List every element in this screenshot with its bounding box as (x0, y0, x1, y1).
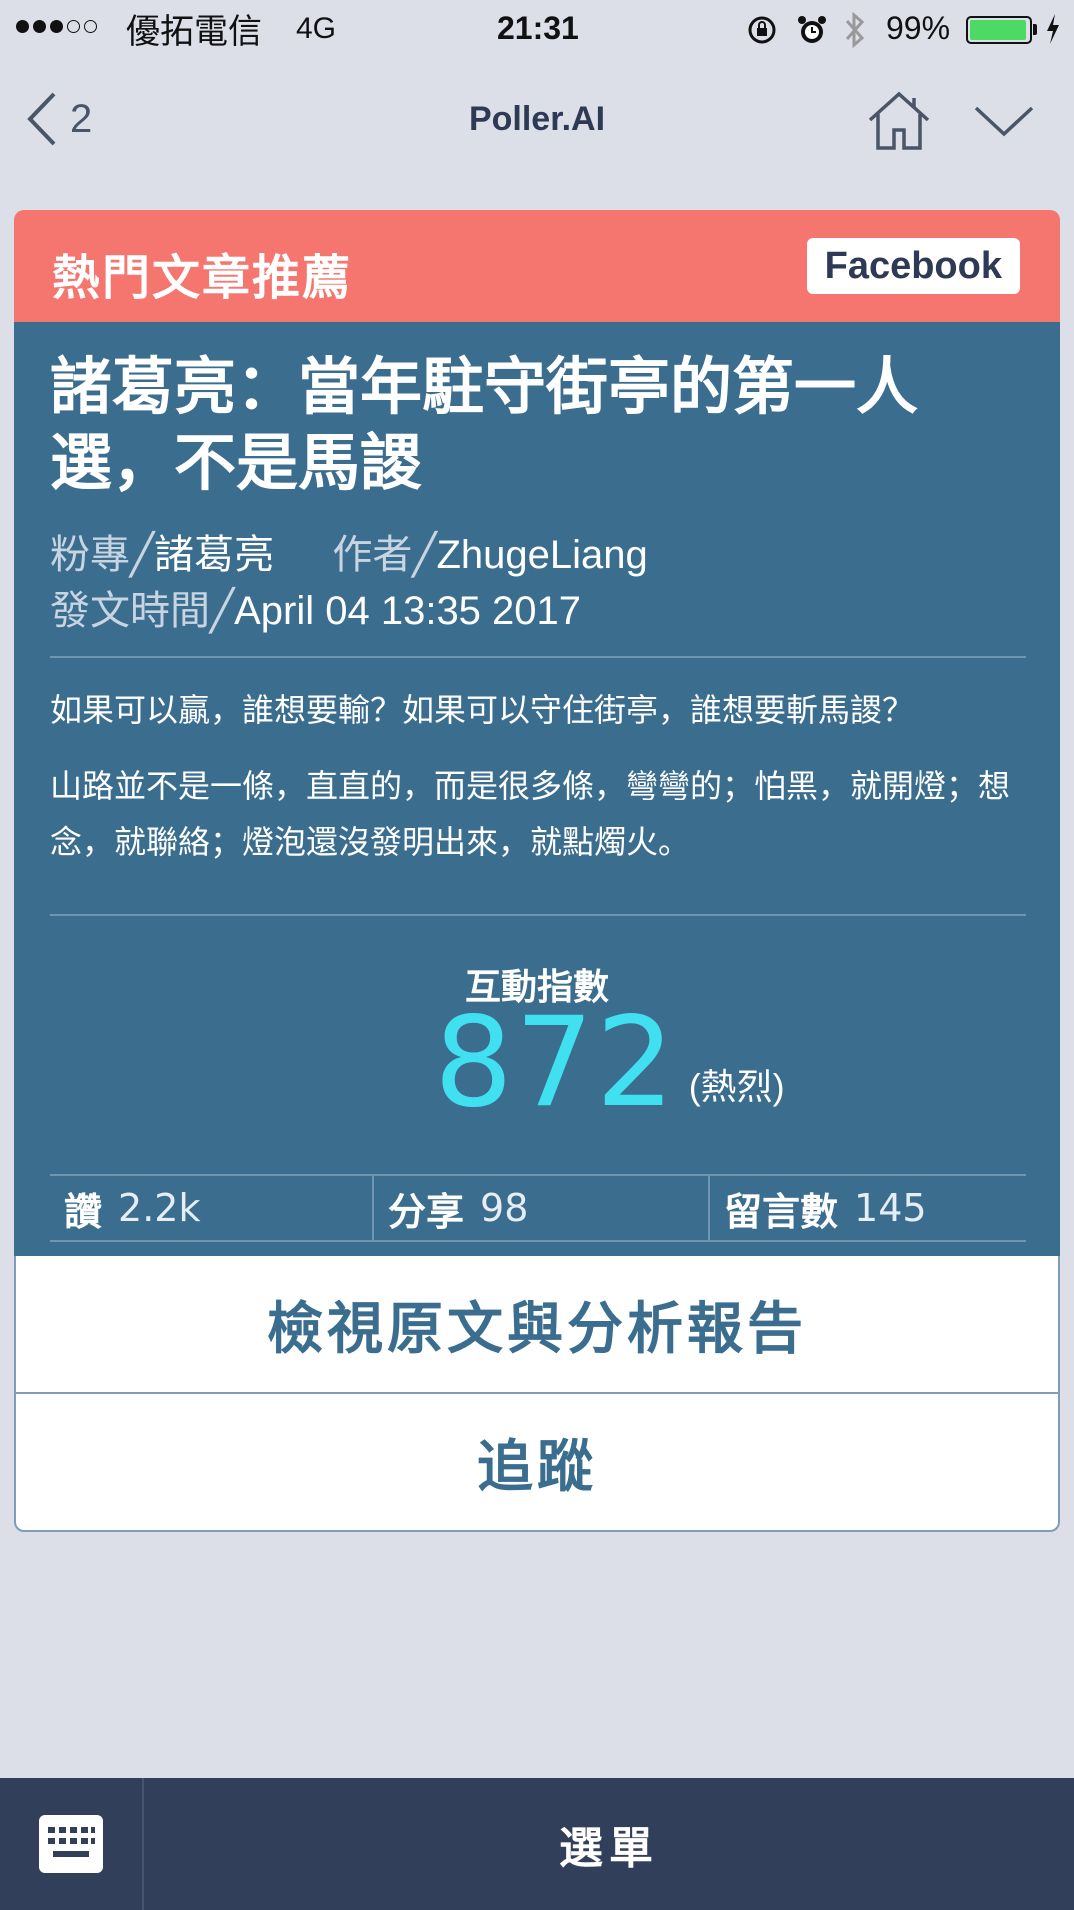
stat-label: 留言數 (724, 1191, 839, 1234)
divider (50, 656, 1026, 658)
post-excerpt-2: 山路並不是一條，直直的，而是很多條，彎彎的；怕黑，就開燈；想念，就聯絡；燈泡還沒… (50, 768, 1011, 860)
stat-value: 98 (480, 1186, 529, 1230)
author-label: 作者╱ (332, 533, 437, 577)
stat-value: 145 (854, 1186, 927, 1230)
battery-percentage: 99% (886, 10, 951, 46)
card-body: 諸葛亮：當年駐守街亭的第一人選，不是馬謖 粉專╱諸葛亮 作者╱ZhugeLian… (14, 322, 1060, 1256)
post-meta-time: 發文時間╱April 04 13:35 2017 (50, 578, 581, 636)
carrier-name: 優拓電信 (126, 13, 262, 51)
time-value: April 04 13:35 2017 (234, 589, 582, 633)
stat-comments: 留言數 145 (708, 1176, 1026, 1240)
divider (50, 914, 1026, 916)
chevron-down-icon (974, 106, 1034, 137)
bottom-bar: 選單 (0, 1778, 1074, 1910)
time-label: 發文時間╱ (50, 589, 235, 633)
follow-button[interactable]: 追蹤 (14, 1394, 1060, 1532)
post-meta-page-author: 粉專╱諸葛亮 作者╱ZhugeLiang (50, 522, 648, 580)
page-value: 諸葛亮 (154, 533, 275, 577)
stat-shares: 分享 98 (372, 1176, 708, 1240)
card-header: 熱門文章推薦 Facebook (14, 210, 1060, 322)
bluetooth-icon (842, 10, 868, 55)
expand-button[interactable] (974, 104, 1034, 143)
status-time: 21:31 (497, 10, 579, 46)
alarm-icon (797, 14, 827, 51)
page-label: 粉專╱ (50, 533, 155, 577)
home-icon (868, 91, 930, 150)
home-button[interactable] (866, 90, 932, 157)
stat-value: 2.2k (118, 1186, 201, 1230)
menu-button[interactable]: 選單 (144, 1778, 1074, 1910)
keyboard-button[interactable] (0, 1778, 144, 1910)
stat-label: 讚 (64, 1191, 103, 1234)
post-title: 諸葛亮：當年駐守街亭的第一人選，不是馬謖 (50, 353, 919, 498)
recommended-post-card: 熱門文章推薦 Facebook 諸葛亮：當年駐守街亭的第一人選，不是馬謖 粉專╱… (14, 210, 1060, 1532)
engagement-stats: 讚 2.2k 分享 98 留言數 145 (50, 1174, 1026, 1242)
view-report-button[interactable]: 檢視原文與分析報告 (14, 1256, 1060, 1394)
source-badge: Facebook (806, 238, 1020, 294)
interaction-score: 872 (熱烈) (434, 998, 785, 1128)
charging-icon (1044, 12, 1062, 51)
post-excerpt-1: 如果可以贏，誰想要輸？如果可以守住街亭，誰想要斬馬謖？ (50, 692, 915, 728)
interaction-score-level: (熱烈) (688, 1066, 785, 1107)
rotation-lock-icon (746, 14, 778, 51)
stat-label: 分享 (388, 1191, 465, 1234)
battery-icon (966, 16, 1032, 44)
network-type: 4G (296, 12, 337, 45)
card-header-title: 熱門文章推薦 (52, 252, 353, 305)
keyboard-icon (39, 1815, 103, 1873)
author-value: ZhugeLiang (436, 533, 648, 577)
nav-bar: 2 Poller.AI (0, 58, 1074, 182)
stat-likes: 讚 2.2k (50, 1176, 372, 1240)
status-bar: 優拓電信 4G 21:31 99% (0, 0, 1074, 58)
battery-tip (1033, 24, 1037, 35)
interaction-score-value: 872 (434, 991, 677, 1135)
signal-strength-icon (16, 20, 97, 33)
